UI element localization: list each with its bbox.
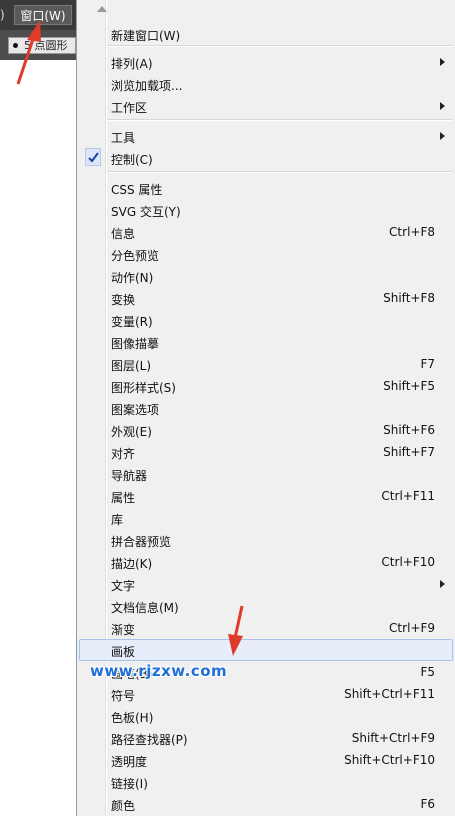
menu-separator	[107, 45, 453, 47]
menu-item-图层[interactable]: 图层(L) F7	[77, 353, 455, 375]
annotation-arrow-icon	[228, 605, 244, 656]
menu-item-label: 拼合器预览	[111, 535, 172, 549]
menu-item-shortcut: Shift+F8	[383, 291, 435, 305]
menu-item-shortcut: F6	[420, 797, 435, 811]
menu-item-label: 图形样式(S)	[111, 381, 176, 395]
menu-item-css-属性[interactable]: CSS 属性	[77, 177, 455, 199]
menu-item-label: 文字	[111, 579, 136, 593]
menu-separator	[107, 171, 453, 173]
menu-item-shortcut: F5	[420, 665, 435, 679]
menu-item-变换[interactable]: 变换 Shift+F8	[77, 287, 455, 309]
menu-item-label: 渐变	[111, 623, 136, 637]
menu-item-label: 链接(I)	[111, 777, 148, 791]
window-dropdown-menu: 新建窗口(W) 排列(A) 浏览加载项... 工作区工具控制(C) CSS 属性 SVG …	[76, 0, 455, 816]
menu-item-新建窗口[interactable]: 新建窗口(W)	[77, 23, 455, 45]
menu-item-label: 路径查找器(P)	[111, 733, 188, 747]
menubar-fragment: )	[0, 8, 5, 22]
menu-item-label: 控制(C)	[111, 153, 153, 167]
checkmark-icon	[85, 148, 101, 166]
menu-item-label: 文档信息(M)	[111, 601, 179, 615]
menu-item-label: 工作区	[111, 101, 148, 115]
menu-item-属性[interactable]: 属性 Ctrl+F11	[77, 485, 455, 507]
menu-item-label: CSS 属性	[111, 183, 163, 197]
menu-item-label: 浏览加载项...	[111, 79, 183, 93]
menu-item-浏览加载项[interactable]: 浏览加载项...	[77, 73, 455, 95]
menu-item-描边[interactable]: 描边(K) Ctrl+F10	[77, 551, 455, 573]
menu-item-工具[interactable]: 工具	[77, 125, 455, 147]
menu-item-对齐[interactable]: 对齐 Shift+F7	[77, 441, 455, 463]
menu-item-shortcut: F7	[420, 357, 435, 371]
menu-item-路径查找器[interactable]: 路径查找器(P) Shift+Ctrl+F9	[77, 727, 455, 749]
menu-item-shortcut: Shift+F5	[383, 379, 435, 393]
menu-item-透明度[interactable]: 透明度 Shift+Ctrl+F10	[77, 749, 455, 771]
menu-item-label: 外观(E)	[111, 425, 152, 439]
menu-item-svg-交互[interactable]: SVG 交互(Y)	[77, 199, 455, 221]
menu-item-label: 变换	[111, 293, 136, 307]
menu-item-画板[interactable]: 画板	[77, 639, 455, 661]
submenu-arrow-icon	[440, 132, 445, 140]
submenu-arrow-icon	[440, 102, 445, 110]
menu-item-label: 工具	[111, 131, 136, 145]
menu-item-文档信息[interactable]: 文档信息(M)	[77, 595, 455, 617]
menu-item-label: 信息	[111, 227, 136, 241]
menu-item-label: 动作(N)	[111, 271, 154, 285]
menu-item-shortcut: Shift+F7	[383, 445, 435, 459]
menu-item-工作区[interactable]: 工作区	[77, 95, 455, 117]
menu-item-label: 描边(K)	[111, 557, 153, 571]
menu-item-label: 库	[111, 513, 124, 527]
menu-item-label: 透明度	[111, 755, 148, 769]
menu-item-图像描摹[interactable]: 图像描摹	[77, 331, 455, 353]
menu-item-shortcut: Ctrl+F8	[389, 225, 435, 239]
menu-item-shortcut: Ctrl+F11	[381, 489, 435, 503]
menu-item-label: 图像描摹	[111, 337, 160, 351]
menu-item-label: 变量(R)	[111, 315, 153, 329]
menu-item-label: 符号	[111, 689, 136, 703]
menu-separator	[107, 119, 453, 121]
watermark-text: www.rjzxw.com	[90, 662, 228, 680]
menu-item-label: 排列(A)	[111, 57, 153, 71]
menu-item-外观[interactable]: 外观(E) Shift+F6	[77, 419, 455, 441]
annotation-arrow-icon	[16, 20, 41, 85]
menu-item-label: 属性	[111, 491, 136, 505]
menu-item-label: 颜色	[111, 799, 136, 813]
menu-item-拼合器预览[interactable]: 拼合器预览	[77, 529, 455, 551]
menu-item-label: SVG 交互(Y)	[111, 205, 181, 219]
menu-item-文字[interactable]: 文字	[77, 573, 455, 595]
menu-item-label: 导航器	[111, 469, 148, 483]
menu-item-链接[interactable]: 链接(I)	[77, 771, 455, 793]
menu-item-label: 图案选项	[111, 403, 160, 417]
menu-item-label: 图层(L)	[111, 359, 152, 373]
menu-item-导航器[interactable]: 导航器	[77, 463, 455, 485]
menu-item-label: 画板	[111, 645, 136, 659]
menu-item-变量[interactable]: 变量(R)	[77, 309, 455, 331]
menu-item-图案选项[interactable]: 图案选项	[77, 397, 455, 419]
menu-item-label: 对齐	[111, 447, 136, 461]
menu-item-排列[interactable]: 排列(A)	[77, 51, 455, 73]
scroll-up-icon[interactable]	[97, 6, 107, 12]
menu-item-信息[interactable]: 信息 Ctrl+F8	[77, 221, 455, 243]
menu-item-label: 色板(H)	[111, 711, 154, 725]
menu-item-shortcut: Shift+Ctrl+F10	[344, 753, 435, 767]
menu-item-shortcut: Ctrl+F10	[381, 555, 435, 569]
menu-item-shortcut: Shift+Ctrl+F9	[351, 731, 435, 745]
menu-item-渐变[interactable]: 渐变 Ctrl+F9	[77, 617, 455, 639]
menu-item-shortcut: Ctrl+F9	[389, 621, 435, 635]
menu-item-分色预览[interactable]: 分色预览	[77, 243, 455, 265]
menu-item-动作[interactable]: 动作(N)	[77, 265, 455, 287]
menu-item-色板[interactable]: 色板(H)	[77, 705, 455, 727]
submenu-arrow-icon	[440, 58, 445, 66]
menu-item-控制[interactable]: 控制(C)	[77, 147, 455, 169]
submenu-arrow-icon	[440, 580, 445, 588]
menu-item-label: 分色预览	[111, 249, 160, 263]
menu-item-shortcut: Shift+F6	[383, 423, 435, 437]
menu-item-库[interactable]: 库	[77, 507, 455, 529]
menu-item-符号[interactable]: 符号 Shift+Ctrl+F11	[77, 683, 455, 705]
menu-item-颜色[interactable]: 颜色 F6	[77, 793, 455, 815]
menu-item-label: 新建窗口(W)	[111, 29, 181, 43]
menu-item-shortcut: Shift+Ctrl+F11	[344, 687, 435, 701]
menu-item-图形样式[interactable]: 图形样式(S) Shift+F5	[77, 375, 455, 397]
